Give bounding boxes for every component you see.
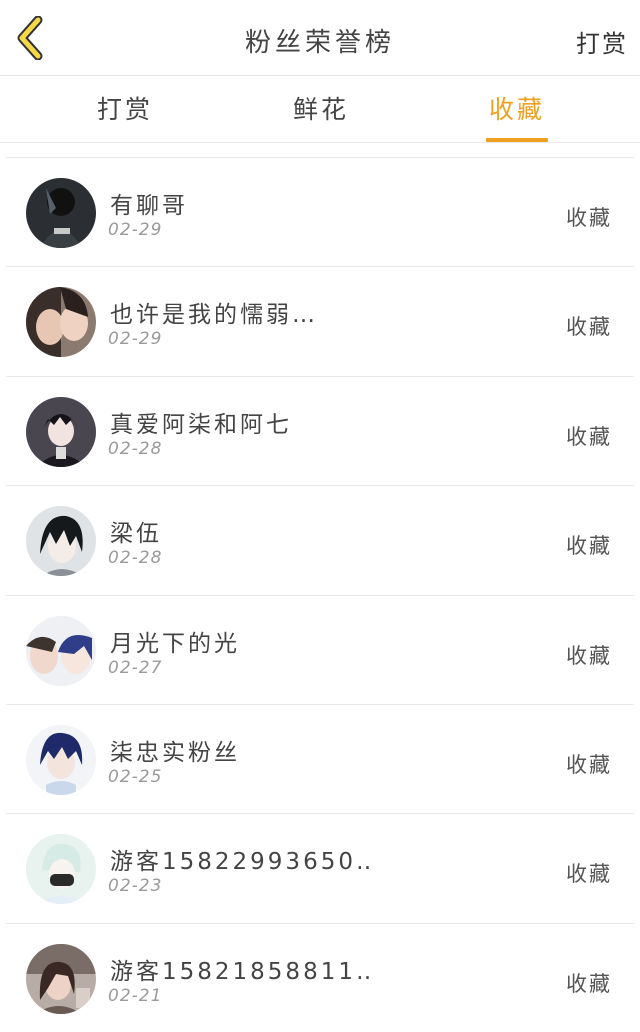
fan-date: 02-27 (108, 657, 163, 678)
dark-anime-avatar-icon (26, 178, 96, 248)
fan-list: 有聊哥 02-29 收藏 也许是我的懦弱… 02-29 收藏 真爱阿柒和阿七 0… (6, 157, 634, 1032)
two-faces-anime-avatar-icon (26, 615, 96, 686)
fan-action: 收藏 (566, 971, 612, 996)
list-item[interactable]: 游客15822993650… 02-23 收藏 (6, 814, 634, 924)
avatar (26, 396, 96, 467)
list-item[interactable]: 月光下的光 02-27 收藏 (6, 595, 634, 705)
page-title: 粉丝荣誉榜 (244, 28, 395, 58)
tab-favorites[interactable]: 收藏 (486, 93, 548, 143)
list-item[interactable]: 真爱阿柒和阿七 02-28 收藏 (6, 376, 634, 487)
tab-label: 打赏 (96, 95, 153, 124)
avatar (26, 178, 96, 248)
tab-flowers[interactable]: 鲜花 (290, 93, 352, 143)
fan-date: 02-25 (108, 766, 163, 787)
fan-name: 梁伍 (110, 521, 162, 548)
blue-hair-anime-avatar-icon (26, 724, 96, 795)
fan-action: 收藏 (566, 206, 612, 230)
masked-boy-avatar-icon (26, 834, 96, 905)
dark-hair-boy-avatar-icon (26, 396, 96, 467)
fan-name: 真爱阿柒和阿七 (110, 411, 292, 438)
fan-name: 游客15822993650… (110, 849, 370, 876)
tab-bar: 打赏 鲜花 收藏 (0, 77, 640, 143)
avatar (26, 287, 96, 358)
avatar (26, 506, 96, 577)
avatar (26, 615, 96, 686)
fan-action: 收藏 (566, 534, 612, 559)
tab-reward[interactable]: 打赏 (94, 93, 156, 143)
list-item[interactable]: 梁伍 02-28 收藏 (6, 486, 634, 596)
fan-action: 收藏 (566, 752, 612, 777)
fan-name: 月光下的光 (110, 630, 240, 657)
list-item[interactable]: 游客15821858811… 02-21 收藏 (6, 923, 634, 1032)
fan-name: 也许是我的懦弱… (110, 302, 318, 329)
active-tab-indicator (486, 138, 548, 142)
list-item[interactable]: 有聊哥 02-29 收藏 (6, 158, 634, 268)
avatar (26, 834, 96, 905)
fan-date: 02-21 (108, 985, 163, 1006)
tab-label: 鲜花 (292, 95, 349, 124)
fan-action: 收藏 (566, 424, 612, 449)
fan-name: 柒忠实粉丝 (110, 739, 240, 766)
fan-date: 02-29 (108, 329, 163, 350)
fan-date: 02-28 (108, 548, 163, 569)
fan-name: 有聊哥 (110, 193, 188, 219)
fan-action: 收藏 (566, 643, 612, 668)
tab-label: 收藏 (488, 95, 545, 124)
list-item[interactable]: 也许是我的懦弱… 02-29 收藏 (6, 267, 634, 377)
girl-photo-avatar-icon (26, 943, 96, 1014)
avatar (26, 943, 96, 1014)
avatar (26, 724, 96, 795)
reward-button[interactable]: 打赏 (576, 24, 628, 59)
fan-action: 收藏 (566, 862, 612, 887)
fan-date: 02-28 (108, 438, 163, 459)
fan-action: 收藏 (566, 315, 612, 340)
list-item[interactable]: 柒忠实粉丝 02-25 收藏 (6, 704, 634, 815)
couple-photo-avatar-icon (26, 287, 96, 358)
fan-name: 游客15821858811… (110, 958, 370, 985)
top-bar: 粉丝荣誉榜 打赏 (0, 0, 640, 76)
fan-date: 02-23 (108, 876, 163, 897)
fan-date: 02-29 (108, 220, 163, 240)
black-hair-anime-avatar-icon (26, 506, 96, 577)
